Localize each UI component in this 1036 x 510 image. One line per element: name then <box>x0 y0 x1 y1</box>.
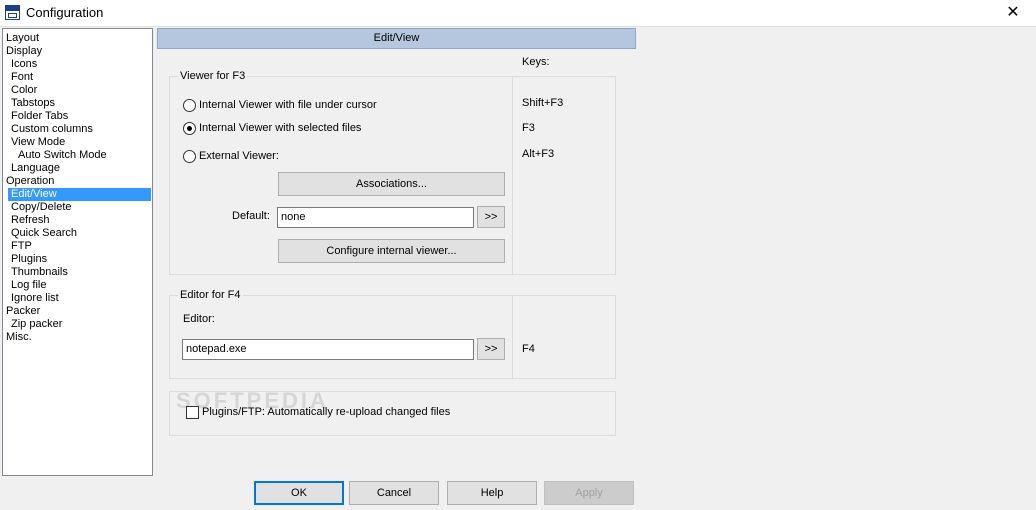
tree-item-folder-tabs[interactable]: Folder Tabs <box>3 110 68 123</box>
default-viewer-label: Default: <box>232 210 270 222</box>
tree-item-plugins[interactable]: Plugins <box>3 253 47 266</box>
shortcut-external-viewer: Alt+F3 <box>522 148 555 160</box>
associations-button[interactable]: Associations... <box>278 172 505 196</box>
settings-tree[interactable]: Layout Display Icons Font Color Tabstops Folde… <box>2 28 153 476</box>
radio-viewer-file-under-cursor[interactable] <box>183 99 196 112</box>
editor-browse-button[interactable]: >> <box>477 338 505 360</box>
tree-item-edit-view[interactable]: Edit/View <box>8 188 151 201</box>
tree-item-copy-delete[interactable]: Copy/Delete <box>3 201 72 214</box>
editor-group <box>169 295 616 379</box>
tree-item-auto-switch-mode[interactable]: Auto Switch Mode <box>3 149 107 162</box>
ok-button[interactable]: OK <box>254 481 344 505</box>
tree-item-ignore-list[interactable]: Ignore list <box>3 292 59 305</box>
tree-item-font[interactable]: Font <box>3 71 33 84</box>
tree-item-color[interactable]: Color <box>3 84 37 97</box>
help-button[interactable]: Help <box>447 481 537 505</box>
tree-item-custom-columns[interactable]: Custom columns <box>3 123 93 136</box>
tree-item-quick-search[interactable]: Quick Search <box>3 227 77 240</box>
radio-selected-dot <box>187 126 192 131</box>
app-icon <box>5 5 20 20</box>
tree-item-view-mode[interactable]: View Mode <box>3 136 65 149</box>
shortcut-editor: F4 <box>522 343 535 355</box>
shortcut-viewer-selected-files: F3 <box>522 122 535 134</box>
tree-item-log-file[interactable]: Log file <box>3 279 46 292</box>
tree-item-ftp[interactable]: FTP <box>3 240 32 253</box>
radio-viewer-selected-files-label[interactable]: Internal Viewer with selected files <box>199 122 361 135</box>
tree-item-tabstops[interactable]: Tabstops <box>3 97 55 110</box>
viewer-group-legend: Viewer for F3 <box>178 70 248 83</box>
tree-item-refresh[interactable]: Refresh <box>3 214 50 227</box>
tree-item-zip-packer[interactable]: Zip packer <box>3 318 62 331</box>
radio-viewer-file-under-cursor-label[interactable]: Internal Viewer with file under cursor <box>199 99 377 112</box>
editor-group-legend: Editor for F4 <box>178 289 243 302</box>
window-title: Configuration <box>26 5 104 20</box>
editor-label: Editor: <box>183 313 215 325</box>
close-button[interactable]: ✕ <box>990 0 1036 26</box>
page-header: Edit/View <box>157 28 636 49</box>
tree-item-operation[interactable]: Operation <box>3 175 54 188</box>
radio-viewer-selected-files[interactable] <box>183 122 196 135</box>
tree-item-layout[interactable]: Layout <box>3 32 39 45</box>
radio-external-viewer-label[interactable]: External Viewer: <box>199 150 279 163</box>
keys-column-label: Keys: <box>522 56 550 68</box>
default-viewer-browse-button[interactable]: >> <box>477 206 505 228</box>
tree-item-misc[interactable]: Misc. <box>3 331 32 344</box>
cancel-button[interactable]: Cancel <box>349 481 439 505</box>
tree-item-display[interactable]: Display <box>3 45 42 58</box>
tree-item-packer[interactable]: Packer <box>3 305 40 318</box>
plugins-reupload-label[interactable]: Plugins/FTP: Automatically re-upload cha… <box>202 406 450 419</box>
plugins-reupload-checkbox[interactable] <box>186 406 199 419</box>
editor-input[interactable]: notepad.exe <box>182 339 474 360</box>
configure-internal-viewer-button[interactable]: Configure internal viewer... <box>278 239 505 263</box>
viewer-keys-divider <box>512 77 513 274</box>
editor-keys-divider <box>512 296 513 378</box>
radio-external-viewer[interactable] <box>183 150 196 163</box>
tree-item-language[interactable]: Language <box>3 162 60 175</box>
tree-item-thumbnails[interactable]: Thumbnails <box>3 266 68 279</box>
tree-item-icons[interactable]: Icons <box>3 58 37 71</box>
title-bar: Configuration ✕ <box>0 0 1036 27</box>
default-viewer-input[interactable]: none <box>277 207 474 228</box>
apply-button: Apply <box>544 481 634 505</box>
shortcut-viewer-file-under-cursor: Shift+F3 <box>522 97 564 109</box>
